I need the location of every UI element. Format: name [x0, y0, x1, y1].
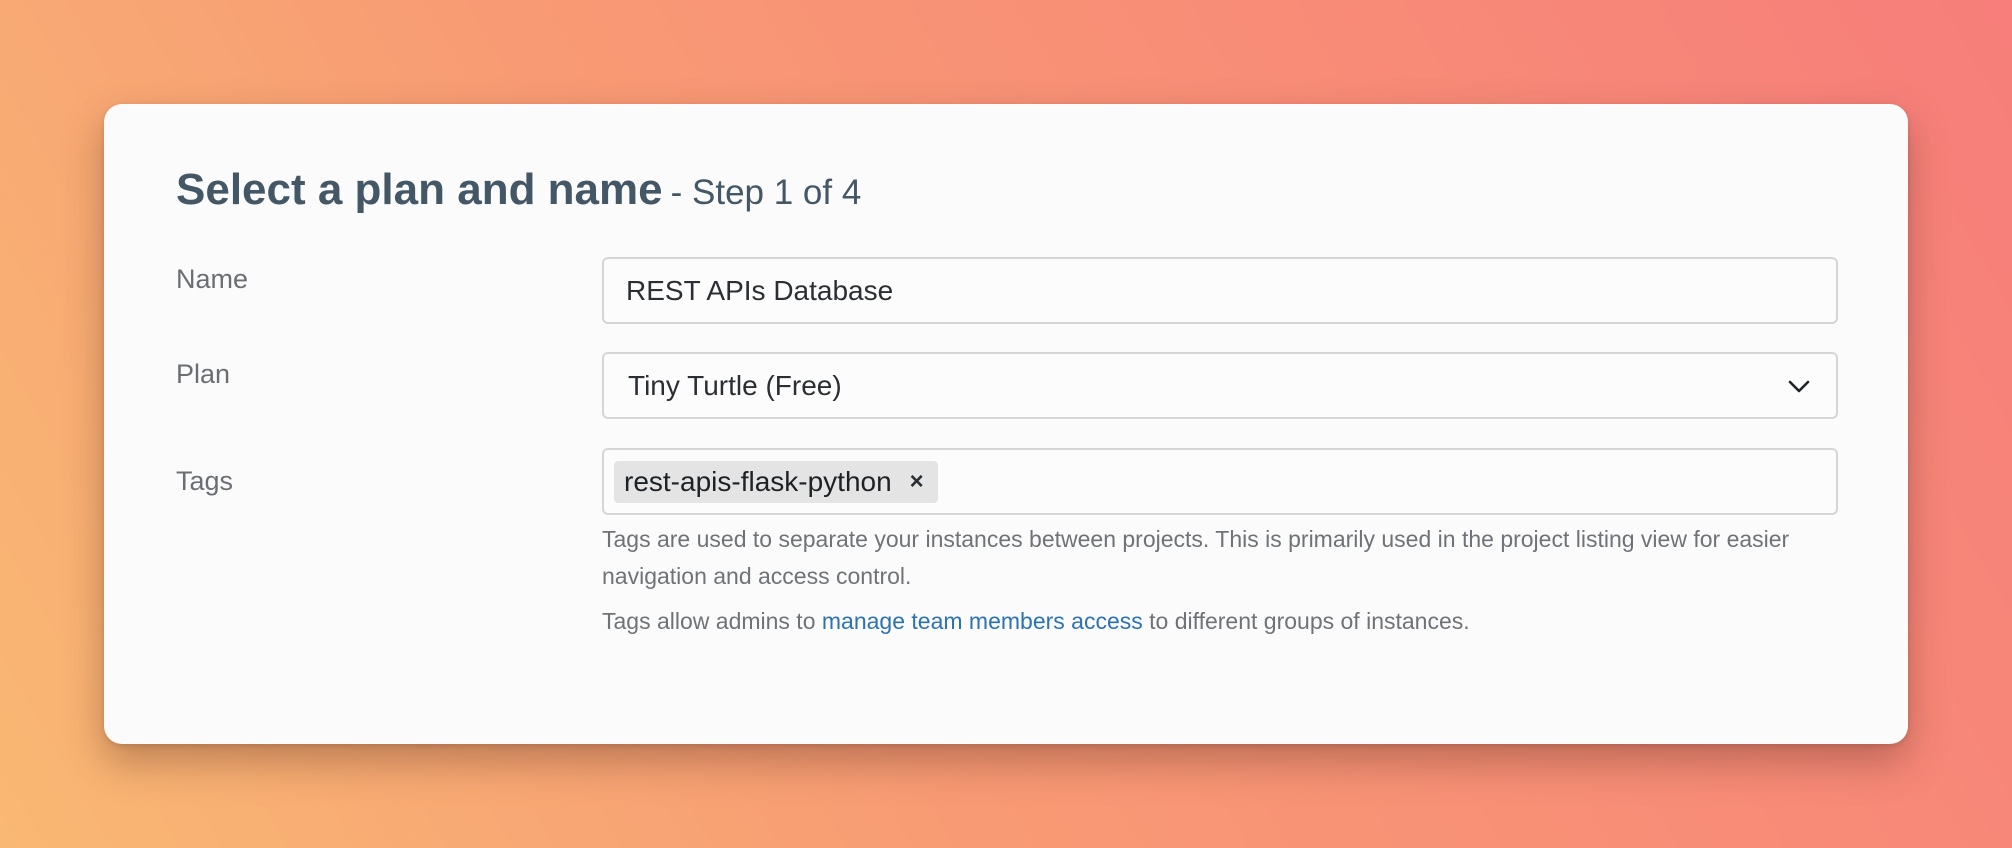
name-input[interactable] — [604, 259, 1836, 322]
tag-chip: rest-apis-flask-python × — [614, 460, 938, 503]
page-title: Select a plan and name - Step 1 of 4 — [176, 164, 861, 217]
plan-selected-value: Tiny Turtle (Free) — [628, 369, 842, 401]
tags-access-note-suffix: to different groups of instances. — [1142, 608, 1470, 634]
tag-chip-label: rest-apis-flask-python — [624, 465, 892, 497]
plan-label: Plan — [176, 359, 231, 389]
tags-help-text: Tags are used to separate your instances… — [602, 526, 1790, 589]
create-instance-card: Select a plan and name - Step 1 of 4 Name… — [104, 104, 1908, 744]
name-field[interactable] — [602, 257, 1838, 324]
page-title-main: Select a plan and name — [176, 165, 663, 214]
name-label: Name — [176, 264, 249, 294]
tag-entry[interactable] — [948, 450, 1826, 513]
tags-label: Tags — [176, 466, 234, 496]
tag-remove-icon[interactable]: × — [910, 468, 924, 496]
tags-access-note-prefix: Tags allow admins to — [602, 608, 822, 634]
plan-select[interactable]: Tiny Turtle (Free) — [602, 352, 1838, 419]
manage-team-access-link[interactable]: manage team members access — [822, 608, 1143, 634]
chevron-down-icon — [1786, 373, 1812, 399]
tags-access-note: Tags allow admins to manage team members… — [602, 603, 1852, 640]
step-indicator: - Step 1 of 4 — [670, 173, 862, 212]
tags-input-field[interactable]: rest-apis-flask-python × — [602, 448, 1838, 515]
